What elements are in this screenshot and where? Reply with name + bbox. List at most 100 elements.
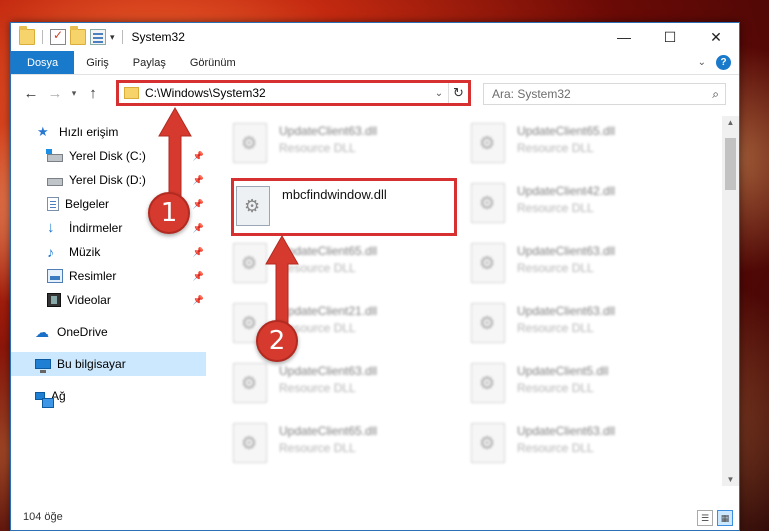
videos-icon xyxy=(47,293,61,307)
maximize-button[interactable]: ☐ xyxy=(647,23,693,51)
pin-icon[interactable]: 📌 xyxy=(193,271,204,282)
pin-icon[interactable]: 📌 xyxy=(193,223,204,234)
file-name: UpdateClient63.dll xyxy=(517,424,616,438)
back-arrow-icon[interactable]: ← xyxy=(19,85,43,102)
dll-file-icon xyxy=(233,363,267,403)
file-type: Resource DLL xyxy=(517,141,594,155)
dll-file-icon xyxy=(471,123,505,163)
navigation-bar: ← → ▾ ↑ C:\Windows\System32 ⌄ ↻ Ara: Sys… xyxy=(11,76,739,110)
dll-file-icon xyxy=(233,123,267,163)
file-name: UpdateClient63.dll xyxy=(279,364,378,378)
up-arrow-icon[interactable]: ↑ xyxy=(81,85,105,102)
file-name: mbcfindwindow.dll xyxy=(282,187,387,202)
ribbon-right-controls: ⌄ ? xyxy=(698,51,739,74)
toolbar-divider xyxy=(42,30,43,44)
file-type: Resource DLL xyxy=(517,441,594,455)
title-bar: ▾ System32 — ☐ ✕ xyxy=(11,23,739,51)
this-pc-icon xyxy=(35,359,51,373)
star-icon: ★ xyxy=(37,124,49,139)
forward-arrow-icon[interactable]: → xyxy=(43,85,67,102)
step-2-badge: 2 xyxy=(256,320,298,362)
sidebar-item-label: Belgeler xyxy=(65,197,110,211)
file-item[interactable]: UpdateClient5.dll Resource DLL xyxy=(471,360,701,410)
file-item[interactable]: UpdateClient42.dll Resource DLL xyxy=(471,180,701,230)
recent-locations-dropdown-icon[interactable]: ▾ xyxy=(67,88,81,99)
download-icon: ↓ xyxy=(47,219,55,236)
status-bar: 104 öğe ☰ ▦ xyxy=(11,504,739,530)
expand-ribbon-icon[interactable]: ⌄ xyxy=(698,57,706,68)
large-icons-view-icon[interactable]: ▦ xyxy=(717,510,733,526)
new-folder-icon[interactable] xyxy=(70,26,86,45)
file-item[interactable]: UpdateClient63.dll Resource DLL xyxy=(233,360,463,410)
file-item[interactable]: UpdateClient63.dll Resource DLL xyxy=(471,240,701,290)
vertical-scrollbar[interactable]: ▲ ▼ xyxy=(722,116,739,486)
file-item[interactable]: UpdateClient63.dll Resource DLL xyxy=(471,420,701,470)
item-count: 104 öğe xyxy=(23,511,63,523)
sidebar-item-label: Videolar xyxy=(67,293,111,307)
help-icon[interactable]: ? xyxy=(716,55,731,70)
sidebar-item-music[interactable]: ♪ Müzik 📌 xyxy=(11,240,206,264)
tab-file[interactable]: Dosya xyxy=(11,51,75,74)
file-item-highlighted[interactable]: mbcfindwindow.dll xyxy=(231,178,457,236)
sidebar-item-label: OneDrive xyxy=(57,325,108,339)
drive-d-icon xyxy=(47,178,63,186)
window-controls: — ☐ ✕ xyxy=(601,23,739,51)
sidebar-item-onedrive[interactable]: ☁ OneDrive xyxy=(11,320,206,344)
file-name: UpdateClient42.dll xyxy=(517,184,616,198)
file-item[interactable]: UpdateClient65.dll Resource DLL xyxy=(471,120,701,170)
folder-icon xyxy=(124,87,139,99)
pictures-icon xyxy=(47,269,63,283)
sidebar-item-label: Bu bilgisayar xyxy=(57,357,126,371)
file-item[interactable]: UpdateClient63.dll Resource DLL xyxy=(471,300,701,350)
drive-c-icon xyxy=(46,149,63,162)
sidebar-item-pictures[interactable]: Resimler 📌 xyxy=(11,264,206,288)
pin-icon[interactable]: 📌 xyxy=(193,247,204,258)
dll-file-icon xyxy=(233,423,267,463)
dll-file-icon xyxy=(471,183,505,223)
file-name: UpdateClient63.dll xyxy=(517,244,616,258)
file-type: Resource DLL xyxy=(517,381,594,395)
toolbar-divider xyxy=(121,30,123,44)
sidebar-item-this-pc[interactable]: Bu bilgisayar xyxy=(11,352,206,376)
customize-toolbar-dropdown-icon[interactable]: ▾ xyxy=(110,32,115,43)
scroll-down-icon[interactable]: ▼ xyxy=(722,475,739,484)
scrollbar-thumb[interactable] xyxy=(725,138,736,190)
details-view-icon[interactable]: ☰ xyxy=(697,510,713,526)
dll-file-icon xyxy=(236,186,270,226)
network-icon xyxy=(35,392,54,408)
sidebar-item-videos[interactable]: Videolar 📌 xyxy=(11,288,206,312)
dll-file-icon xyxy=(471,243,505,283)
dll-file-icon xyxy=(471,423,505,463)
address-path[interactable]: C:\Windows\System32 xyxy=(145,86,430,100)
music-icon: ♪ xyxy=(47,244,54,260)
sidebar-item-network[interactable]: Ağ xyxy=(11,384,206,408)
address-dropdown-icon[interactable]: ⌄ xyxy=(430,88,448,99)
tab-share[interactable]: Paylaş xyxy=(121,51,178,74)
address-bar[interactable]: C:\Windows\System32 ⌄ ↻ xyxy=(116,80,471,106)
view-switcher: ☰ ▦ xyxy=(697,510,733,526)
properties-icon[interactable] xyxy=(90,29,106,45)
file-name: UpdateClient65.dll xyxy=(279,424,378,438)
scroll-up-icon[interactable]: ▲ xyxy=(722,118,739,127)
tab-view[interactable]: Görünüm xyxy=(178,51,248,74)
window-title: System32 xyxy=(131,30,185,44)
documents-icon xyxy=(47,197,59,211)
file-type: Resource DLL xyxy=(279,441,356,455)
search-box[interactable]: Ara: System32 ⌕ xyxy=(483,83,726,105)
search-icon[interactable]: ⌕ xyxy=(712,87,719,102)
tab-home[interactable]: Giriş xyxy=(74,51,121,74)
ribbon-tabs: Dosya Giriş Paylaş Görünüm ⌄ ? xyxy=(11,51,739,75)
step-1-badge: 1 xyxy=(148,192,190,234)
refresh-icon[interactable]: ↻ xyxy=(448,83,468,103)
pin-icon[interactable]: 📌 xyxy=(193,295,204,306)
file-item[interactable]: UpdateClient63.dll Resource DLL xyxy=(233,120,463,170)
close-button[interactable]: ✕ xyxy=(693,23,739,51)
file-type: Resource DLL xyxy=(279,141,356,155)
properties-check-icon[interactable] xyxy=(50,28,66,45)
folder-icon xyxy=(19,26,35,45)
file-item[interactable]: UpdateClient65.dll Resource DLL xyxy=(233,420,463,470)
minimize-button[interactable]: — xyxy=(601,23,647,51)
file-explorer-window: ▾ System32 — ☐ ✕ Dosya Giriş Paylaş Görü… xyxy=(10,22,740,531)
search-input[interactable]: Ara: System32 xyxy=(492,87,571,101)
dll-file-icon xyxy=(471,363,505,403)
